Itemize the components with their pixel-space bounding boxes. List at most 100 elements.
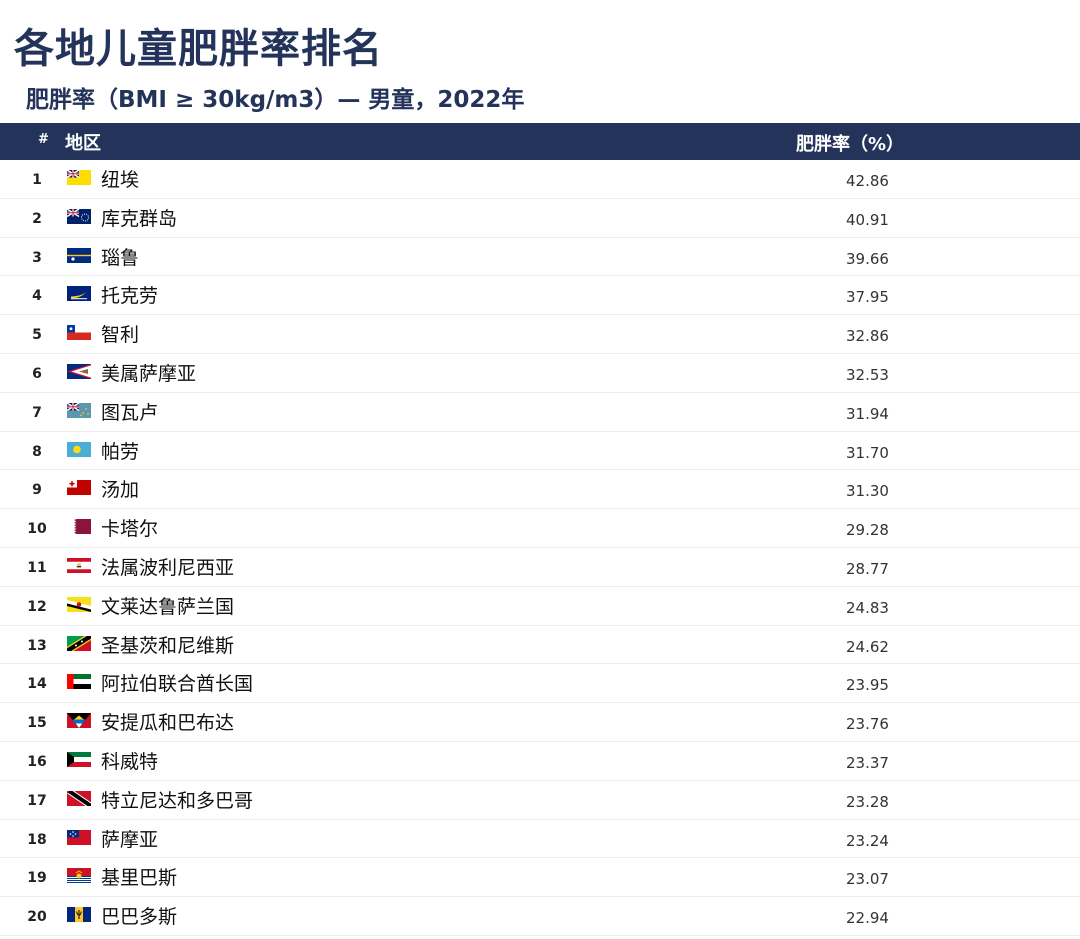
value-cell: 22.94	[846, 909, 889, 928]
table-row: 12 文莱达鲁萨兰国 24.83	[0, 587, 1080, 626]
region-cell: 文莱达鲁萨兰国	[101, 595, 235, 618]
nauru-flag-icon	[67, 247, 91, 263]
region-cell: 萨摩亚	[101, 828, 159, 851]
region-cell: 托克劳	[101, 285, 159, 308]
rank-cell: 13	[27, 637, 47, 654]
table-row: 18 萨摩亚 23.24	[0, 820, 1080, 859]
rank-cell: 9	[32, 482, 42, 499]
table-header: # 地区 肥胖率（%）	[0, 123, 1080, 160]
region-cell: 瑙鲁	[101, 246, 140, 269]
rank-cell: 17	[27, 792, 47, 809]
cook-islands-flag-icon	[67, 208, 91, 224]
rank-cell: 20	[27, 909, 47, 926]
rank-cell: 7	[32, 404, 42, 421]
value-cell: 24.83	[846, 598, 889, 617]
table-row: 2 库克群岛 40.91	[0, 199, 1080, 238]
value-cell: 37.95	[846, 288, 889, 307]
page-title: 各地儿童肥胖率排名	[14, 26, 383, 72]
region-cell: 巴巴多斯	[101, 906, 178, 929]
table-row: 19 基里巴斯 23.07	[0, 858, 1080, 898]
samoa-flag-icon	[67, 829, 91, 845]
rank-cell: 18	[27, 831, 47, 848]
value-cell: 31.70	[846, 443, 889, 462]
barbados-flag-icon	[67, 907, 91, 923]
region-cell: 安提瓜和巴布达	[101, 712, 235, 735]
region-cell: 基里巴斯	[101, 867, 178, 890]
value-cell: 39.66	[846, 249, 889, 268]
uae-flag-icon	[67, 674, 91, 690]
rank-cell: 2	[32, 210, 42, 227]
region-cell: 美属萨摩亚	[101, 362, 197, 385]
table-row: 14 阿拉伯联合酋长国 23.95	[0, 664, 1080, 704]
tuvalu-flag-icon	[67, 402, 91, 418]
tonga-flag-icon	[67, 480, 91, 496]
value-cell: 32.53	[846, 365, 889, 384]
region-cell: 法属波利尼西亚	[101, 556, 235, 579]
header-region: 地区	[65, 133, 101, 154]
value-cell: 23.95	[846, 676, 889, 695]
rank-cell: 14	[27, 676, 47, 693]
rank-cell: 12	[27, 598, 47, 615]
header-value: 肥胖率（%）	[796, 134, 905, 155]
table-row: 8 帕劳 31.70	[0, 432, 1080, 471]
qatar-flag-icon	[67, 519, 91, 535]
table-row: 13 圣基茨和尼维斯 24.62	[0, 626, 1080, 665]
value-cell: 31.30	[846, 482, 889, 501]
table-row: 1 纽埃 42.86	[0, 160, 1080, 199]
value-cell: 29.28	[846, 521, 889, 540]
rank-cell: 4	[32, 288, 42, 305]
rank-cell: 1	[32, 172, 42, 188]
region-cell: 特立尼达和多巴哥	[101, 789, 254, 812]
value-cell: 31.94	[846, 404, 889, 423]
region-cell: 科威特	[101, 750, 159, 773]
value-cell: 40.91	[846, 210, 889, 229]
value-cell: 42.86	[846, 172, 889, 190]
table-row: 15 安提瓜和巴布达 23.76	[0, 703, 1080, 742]
american-samoa-flag-icon	[67, 363, 91, 379]
rank-cell: 15	[27, 715, 47, 732]
kuwait-flag-icon	[67, 751, 91, 767]
saint-kitts-nevis-flag-icon	[67, 635, 91, 651]
table-row: 3 瑙鲁 39.66	[0, 238, 1080, 277]
region-cell: 圣基茨和尼维斯	[101, 634, 235, 657]
value-cell: 23.24	[846, 831, 889, 850]
value-cell: 23.37	[846, 753, 889, 772]
region-cell: 卡塔尔	[101, 518, 159, 541]
value-cell: 28.77	[846, 559, 889, 578]
region-cell: 智利	[101, 324, 140, 347]
region-cell: 汤加	[101, 479, 140, 502]
value-cell: 23.28	[846, 792, 889, 811]
chile-flag-icon	[67, 325, 91, 341]
value-cell: 32.86	[846, 327, 889, 346]
region-cell: 帕劳	[101, 440, 140, 463]
table-row: 6 美属萨摩亚 32.53	[0, 354, 1080, 393]
value-cell: 23.76	[846, 715, 889, 734]
rank-cell: 19	[27, 870, 47, 887]
table-row: 9 汤加 31.30	[0, 470, 1080, 510]
rank-cell: 8	[32, 443, 42, 460]
table-row: 16 科威特 23.37	[0, 742, 1080, 781]
kiribati-flag-icon	[67, 868, 91, 884]
region-cell: 纽埃	[101, 169, 140, 191]
value-cell: 23.07	[846, 870, 889, 889]
table-body: 1 纽埃 42.86 2 库克群岛 40.91 3 瑙鲁 39.66 4 托克劳 37.95 5 智利 32…	[0, 160, 1080, 936]
trinidad-tobago-flag-icon	[67, 790, 91, 806]
rank-cell: 10	[27, 521, 47, 538]
region-cell: 图瓦卢	[101, 401, 159, 424]
header-rank: #	[38, 132, 49, 147]
tokelau-flag-icon	[67, 286, 91, 302]
table-row: 7 图瓦卢 31.94	[0, 393, 1080, 432]
table-row: 4 托克劳 37.95	[0, 276, 1080, 316]
region-cell: 阿拉伯联合酋长国	[101, 673, 254, 696]
table-row: 5 智利 32.86	[0, 315, 1080, 354]
antigua-barbuda-flag-icon	[67, 713, 91, 729]
rank-cell: 11	[27, 559, 47, 576]
table-row: 10 卡塔尔 29.28	[0, 509, 1080, 548]
table-row: 17 特立尼达和多巴哥 23.28	[0, 781, 1080, 820]
niue-flag-icon	[67, 170, 91, 185]
french-polynesia-flag-icon	[67, 557, 91, 573]
table-row: 20 巴巴多斯 22.94	[0, 897, 1080, 936]
page-subtitle: 肥胖率（BMI ≥ 30kg/m3）— 男童，2022年	[26, 87, 525, 113]
table-row: 11 法属波利尼西亚 28.77	[0, 548, 1080, 587]
brunei-flag-icon	[67, 596, 91, 612]
